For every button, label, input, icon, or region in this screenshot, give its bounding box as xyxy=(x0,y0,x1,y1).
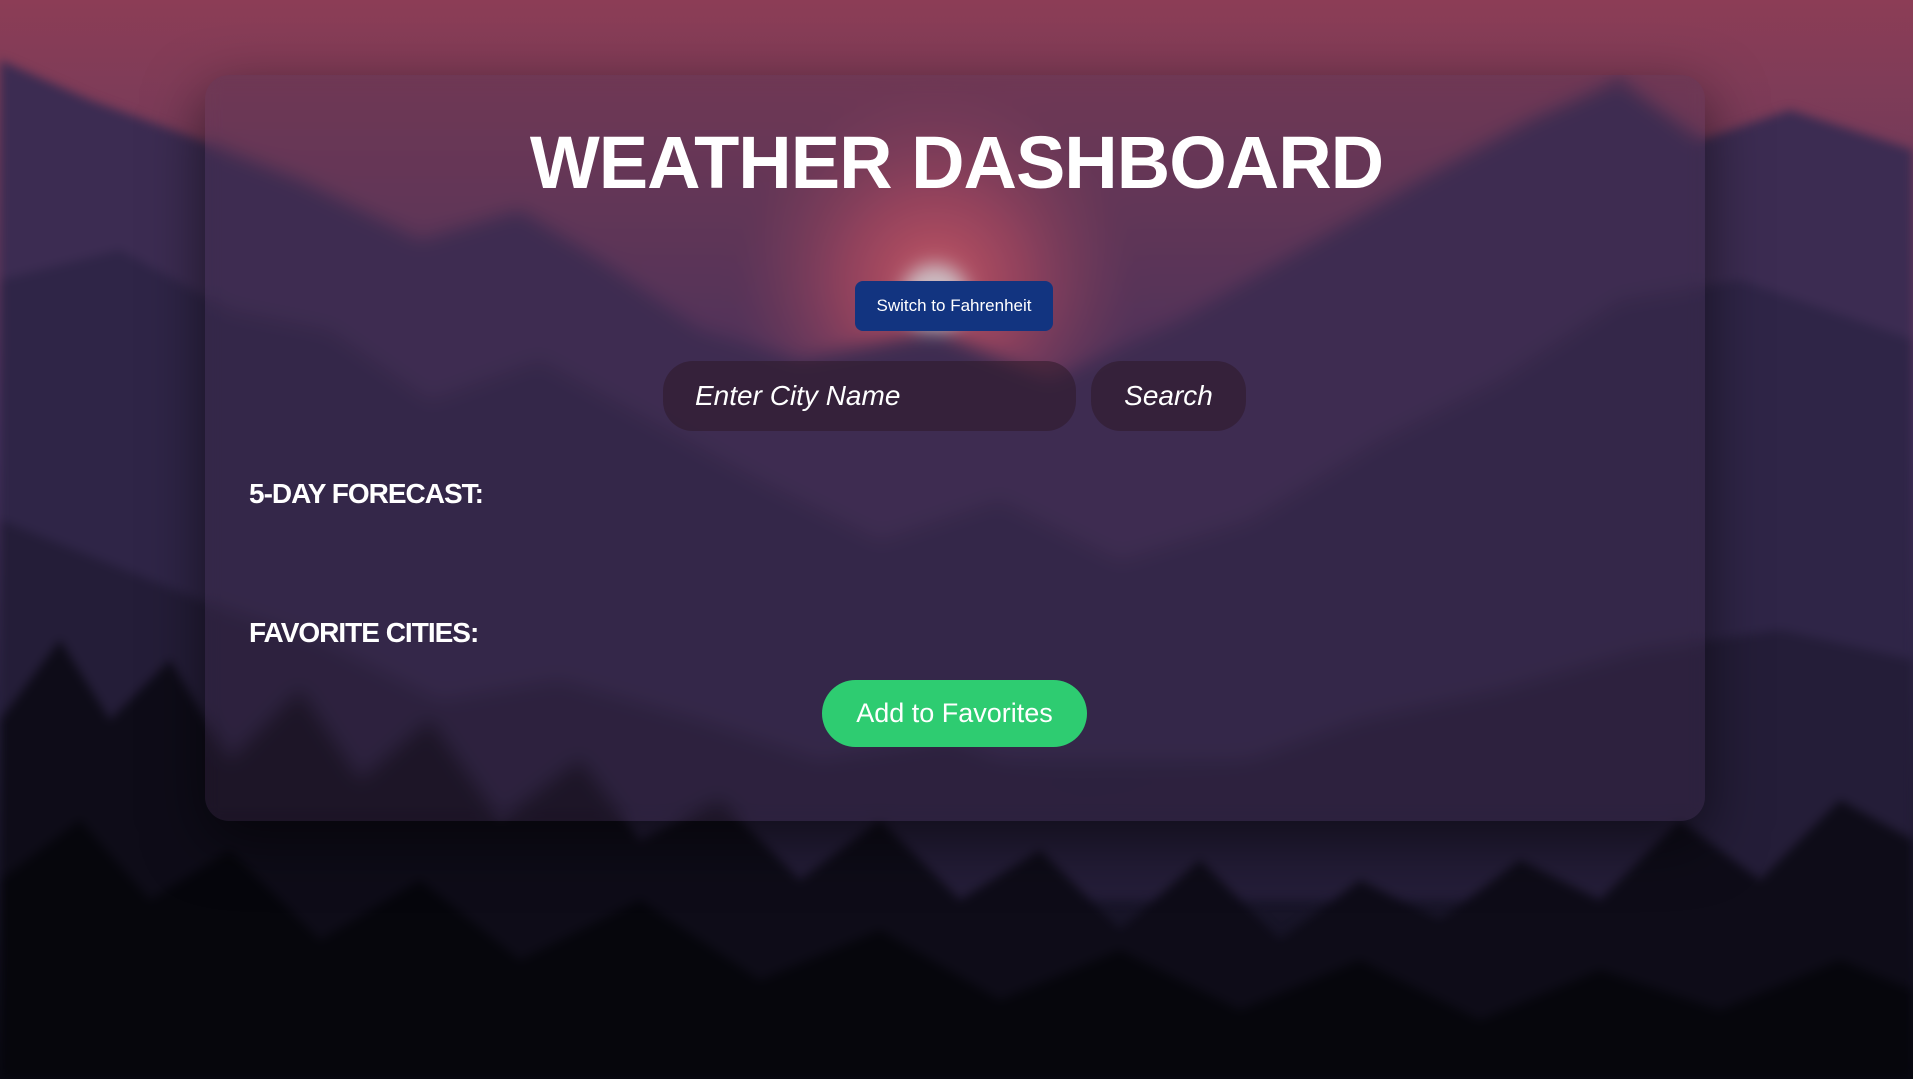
favorites-heading: FAVORITE CITIES: xyxy=(249,617,479,648)
page-title: WEATHER DASHBOARD xyxy=(529,121,1384,204)
favorite-cities-list xyxy=(249,655,1659,675)
city-search-input[interactable] xyxy=(663,361,1076,431)
forecast-container xyxy=(249,520,1659,600)
switch-unit-button[interactable]: Switch to Fahrenheit xyxy=(855,281,1053,331)
forecast-heading: 5-DAY FORECAST: xyxy=(249,478,484,509)
add-to-favorites-button[interactable]: Add to Favorites xyxy=(822,680,1087,747)
search-button[interactable]: Search xyxy=(1091,361,1246,431)
